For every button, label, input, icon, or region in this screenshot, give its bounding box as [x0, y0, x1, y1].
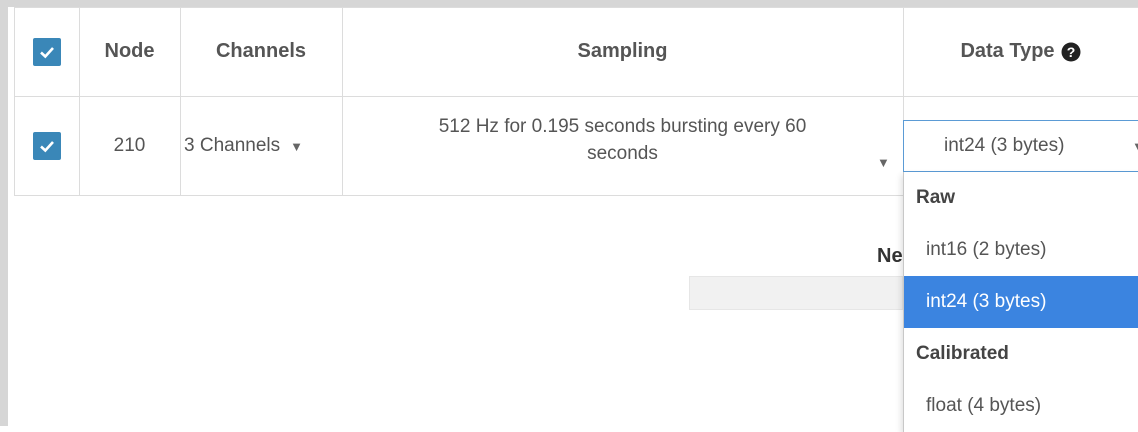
header-select-all-cell [14, 7, 79, 96]
row-checkbox[interactable] [32, 132, 61, 160]
channels-select-value: 3 Channels [184, 135, 281, 156]
node-id-cell: 210 [113, 135, 146, 156]
channels-select[interactable]: 3 Channels ▼ [180, 97, 342, 195]
sampling-select-value: 512 Hz for 0.195 seconds bursting every … [439, 113, 807, 167]
dropdown-option-float[interactable]: float (4 bytes) [904, 380, 1138, 432]
sampling-line-1: 512 Hz for 0.195 seconds bursting every … [438, 116, 807, 137]
row-select-cell [14, 97, 79, 195]
header-sampling[interactable]: Sampling [342, 7, 903, 96]
question-circle-icon[interactable]: ? [1061, 42, 1081, 62]
dropdown-group-calibrated: Calibrated [916, 343, 1009, 364]
caret-down-icon: ▼ [877, 155, 890, 170]
obscured-heading-text: Ne [877, 245, 903, 267]
dropdown-option-int24[interactable]: int24 (3 bytes) [904, 276, 1138, 328]
header-node[interactable]: Node [79, 7, 180, 96]
caret-down-icon: ▼ [1132, 139, 1138, 154]
data-type-select[interactable]: int24 (3 bytes) ▼ [903, 120, 1138, 172]
header-data-type-label[interactable]: Data Type [960, 40, 1054, 63]
data-row-bottom-border [14, 195, 904, 196]
check-icon [39, 141, 54, 153]
svg-text:?: ? [1066, 44, 1075, 60]
header-channels[interactable]: Channels [180, 7, 342, 96]
data-type-dropdown-menu: Raw int16 (2 bytes) int24 (3 bytes) Cali… [903, 172, 1138, 432]
dropdown-option-int16[interactable]: int16 (2 bytes) [904, 224, 1138, 276]
caret-down-icon: ▼ [290, 138, 303, 154]
sampling-line-2: seconds [587, 143, 658, 164]
obscured-input-field [689, 276, 903, 310]
sampling-select[interactable]: 512 Hz for 0.195 seconds bursting every … [342, 97, 903, 195]
header-data-type: Data Type ? [903, 7, 1138, 96]
dropdown-group-raw: Raw [916, 187, 956, 208]
select-all-checkbox[interactable] [32, 37, 61, 66]
data-type-select-value: int24 (3 bytes) [944, 135, 1065, 156]
check-icon [39, 46, 54, 58]
